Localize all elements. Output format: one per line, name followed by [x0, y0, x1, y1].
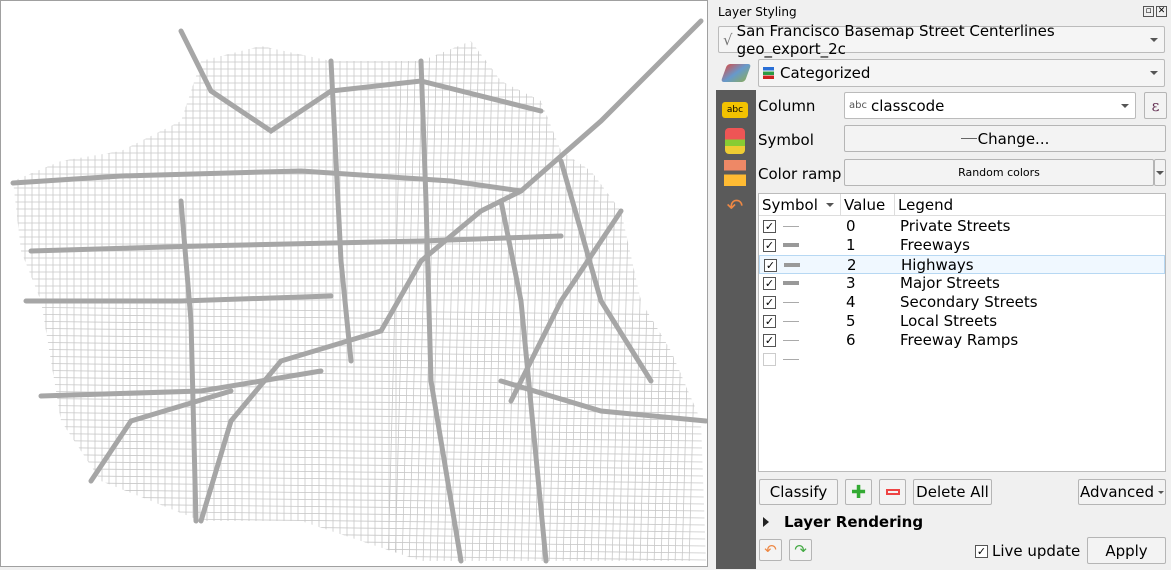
category-value[interactable]: 2: [847, 256, 857, 275]
panel-splitter[interactable]: [708, 0, 716, 569]
category-row[interactable]: ✓ 1 Freeways: [759, 236, 1165, 255]
add-category-button[interactable]: ✚: [845, 479, 872, 505]
header-symbol[interactable]: Symbol: [759, 194, 841, 216]
labels-icon[interactable]: abc: [722, 102, 748, 118]
category-row[interactable]: [759, 350, 1165, 369]
layer-name: San Francisco Basemap Street Centerlines…: [736, 21, 1055, 58]
redo-button[interactable]: ↷: [789, 539, 812, 561]
category-row[interactable]: ✓ 2 Highways: [759, 255, 1165, 274]
style-sidebar: abc ↶: [716, 90, 756, 569]
category-checkbox[interactable]: ✓: [763, 220, 776, 233]
expand-triangle-icon: [763, 517, 774, 527]
line-symbol-icon[interactable]: [783, 359, 799, 360]
live-update-label: Live update: [992, 542, 1081, 560]
categories-table[interactable]: Symbol Value Legend ✓ 0 Private Streets ✓…: [758, 193, 1166, 472]
diagrams-icon[interactable]: [724, 160, 746, 186]
header-value[interactable]: Value: [841, 194, 895, 216]
line-layer-icon: √: [723, 30, 733, 49]
category-checkbox[interactable]: ✓: [764, 259, 777, 272]
color-ramp-button[interactable]: Random colors: [844, 159, 1154, 186]
category-row[interactable]: ✓ 3 Major Streets: [759, 274, 1165, 293]
category-row[interactable]: ✓ 4 Secondary Streets: [759, 293, 1165, 312]
line-symbol-icon[interactable]: [783, 281, 799, 285]
column-label: Column: [758, 97, 816, 115]
category-checkbox[interactable]: ✓: [763, 315, 776, 328]
column-value: classcode: [870, 96, 945, 115]
advanced-button[interactable]: Advanced: [1078, 479, 1166, 505]
category-legend[interactable]: Major Streets: [900, 274, 1000, 293]
category-value[interactable]: 6: [846, 331, 856, 350]
renderer-select[interactable]: Categorized: [758, 59, 1165, 87]
category-checkbox[interactable]: ✓: [763, 296, 776, 309]
remove-category-button[interactable]: [879, 479, 906, 505]
category-value[interactable]: 4: [846, 293, 856, 312]
category-legend[interactable]: Private Streets: [900, 217, 1010, 236]
category-checkbox[interactable]: ✓: [763, 277, 776, 290]
header-legend[interactable]: Legend: [895, 194, 1165, 216]
layer-rendering-toggle[interactable]: Layer Rendering: [763, 513, 923, 531]
line-symbol-icon: [960, 138, 977, 139]
category-legend[interactable]: Local Streets: [900, 312, 997, 331]
layer-rendering-label: Layer Rendering: [784, 513, 924, 531]
category-value[interactable]: 1: [846, 236, 856, 255]
undo-button[interactable]: ↶: [759, 539, 782, 561]
column-select[interactable]: abc classcode: [844, 92, 1136, 119]
street-map: [10, 18, 709, 564]
symbol-label: Symbol: [758, 131, 814, 149]
category-row[interactable]: ✓ 5 Local Streets: [759, 312, 1165, 331]
map-canvas[interactable]: [0, 0, 709, 567]
line-symbol-icon[interactable]: [783, 321, 799, 322]
float-icon[interactable]: ▫: [1143, 6, 1154, 17]
expression-button[interactable]: ε: [1144, 92, 1167, 119]
live-update-checkbox[interactable]: ✓ Live update: [975, 542, 1080, 560]
category-row[interactable]: ✓ 0 Private Streets: [759, 217, 1165, 236]
category-value[interactable]: 0: [846, 217, 856, 236]
delete-all-button[interactable]: Delete All: [913, 479, 992, 505]
line-symbol-icon[interactable]: [784, 263, 800, 267]
3d-icon[interactable]: [725, 128, 745, 154]
paintbrush-icon[interactable]: [720, 64, 752, 82]
line-symbol-icon[interactable]: [783, 340, 799, 341]
layer-select[interactable]: √ San Francisco Basemap Street Centerlin…: [718, 22, 1165, 58]
category-checkbox[interactable]: [763, 353, 776, 366]
category-checkbox[interactable]: ✓: [763, 239, 776, 252]
line-symbol-icon[interactable]: [783, 243, 799, 247]
category-legend[interactable]: Freeways: [900, 236, 970, 255]
close-icon[interactable]: ✕: [1156, 6, 1167, 17]
category-row[interactable]: ✓ 6 Freeway Ramps: [759, 331, 1165, 350]
color-ramp-value: Random colors: [958, 166, 1040, 179]
layer-styling-panel: Layer Styling ▫ ✕ √ San Francisco Basema…: [716, 0, 1171, 569]
color-ramp-dropdown[interactable]: [1154, 159, 1166, 186]
category-legend[interactable]: Highways: [901, 256, 974, 275]
category-value[interactable]: 3: [846, 274, 856, 293]
renderer-value: Categorized: [780, 64, 871, 82]
change-label: Change...: [977, 129, 1050, 148]
category-value[interactable]: 5: [846, 312, 856, 331]
line-symbol-icon[interactable]: [783, 226, 799, 227]
string-field-icon: abc: [849, 100, 867, 111]
panel-title: Layer Styling: [718, 5, 797, 19]
category-checkbox[interactable]: ✓: [763, 334, 776, 347]
color-ramp-label: Color ramp: [758, 165, 842, 183]
change-symbol-button[interactable]: Change...: [844, 125, 1166, 152]
category-legend[interactable]: Secondary Streets: [900, 293, 1038, 312]
line-symbol-icon[interactable]: [783, 302, 799, 303]
history-icon[interactable]: ↶: [722, 193, 748, 219]
categorized-icon: [763, 67, 774, 79]
category-legend[interactable]: Freeway Ramps: [900, 331, 1018, 350]
classify-button[interactable]: Classify: [759, 479, 838, 505]
apply-button[interactable]: Apply: [1087, 537, 1166, 564]
